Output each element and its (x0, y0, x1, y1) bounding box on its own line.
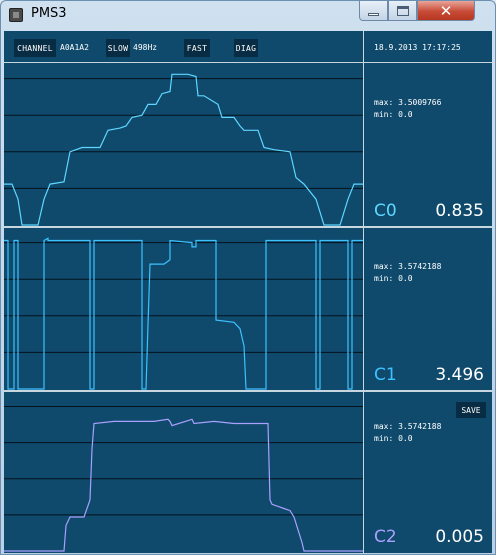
save-button[interactable]: SAVE (456, 402, 486, 418)
channel-c1-min: min: 0.0 (374, 274, 413, 283)
channel-c1-panel: max: 3.5742188 min: 0.0 C1 3.496 (4, 228, 492, 392)
channel-c1-info: max: 3.5742188 min: 0.0 C1 3.496 (364, 228, 492, 391)
minimize-icon (368, 13, 379, 16)
channel-c2-max: max: 3.5742188 (374, 422, 442, 431)
channel-button[interactable]: CHANNEL (14, 39, 56, 57)
channel-c2-value: 0.005 (435, 527, 484, 547)
channel-c2-info: SAVE max: 3.5742188 min: 0.0 C2 0.005 (364, 392, 492, 553)
maximize-icon (396, 5, 409, 16)
channel-c0-info: max: 3.5009766 min: 0.0 C0 0.835 (364, 64, 492, 227)
channel-c0-label: C0 (374, 201, 397, 221)
series-line-c0 (4, 73, 363, 226)
slow-button[interactable]: SLOW (106, 39, 130, 57)
datetime: 18.9.2013 17:17:25 (374, 43, 461, 52)
channel-c2-chart (4, 406, 363, 552)
toolbar: CHANNEL A0A1A2 SLOW 498Hz FAST DIAG 18.9… (4, 31, 492, 63)
channel-c0-plot (4, 64, 363, 227)
fast-button[interactable]: FAST (184, 39, 210, 57)
channel-c2-min: min: 0.0 (374, 434, 413, 443)
channel-c2-panel: SAVE max: 3.5742188 min: 0.0 C2 0.005 (4, 392, 492, 553)
minimize-button[interactable] (359, 1, 388, 21)
channel-c1-max: max: 3.5742188 (374, 262, 442, 271)
maximize-button[interactable] (388, 1, 417, 21)
channel-c2-label: C2 (374, 527, 397, 547)
channel-c0-max: max: 3.5009766 (374, 98, 442, 107)
channel-c1-chart (4, 237, 363, 390)
close-icon: ✕ (439, 1, 453, 20)
channel-c0-chart (4, 73, 363, 226)
diag-button[interactable]: DIAG (234, 39, 258, 57)
channel-c1-plot (4, 228, 363, 391)
client-area: CHANNEL A0A1A2 SLOW 498Hz FAST DIAG 18.9… (4, 31, 492, 553)
title-bar[interactable]: PMS3 ✕ (1, 1, 495, 27)
close-button[interactable]: ✕ (417, 1, 475, 21)
channel-c0-panel: max: 3.5009766 min: 0.0 C0 0.835 (4, 64, 492, 228)
sample-rate: 498Hz (133, 43, 158, 52)
series-line-c1 (4, 237, 363, 390)
app-window: PMS3 ✕ CHANNEL A0A1A2 SLOW 498Hz FAST DI… (0, 0, 496, 555)
app-icon (9, 8, 23, 22)
channel-c0-value: 0.835 (435, 201, 484, 221)
channel-c1-value: 3.496 (435, 365, 484, 385)
channel-value: A0A1A2 (60, 43, 89, 52)
channel-c1-label: C1 (374, 365, 397, 385)
series-line-c2 (4, 418, 363, 552)
channel-c0-min: min: 0.0 (374, 110, 413, 119)
channel-c2-plot (4, 392, 363, 553)
window-title: PMS3 (31, 6, 67, 21)
